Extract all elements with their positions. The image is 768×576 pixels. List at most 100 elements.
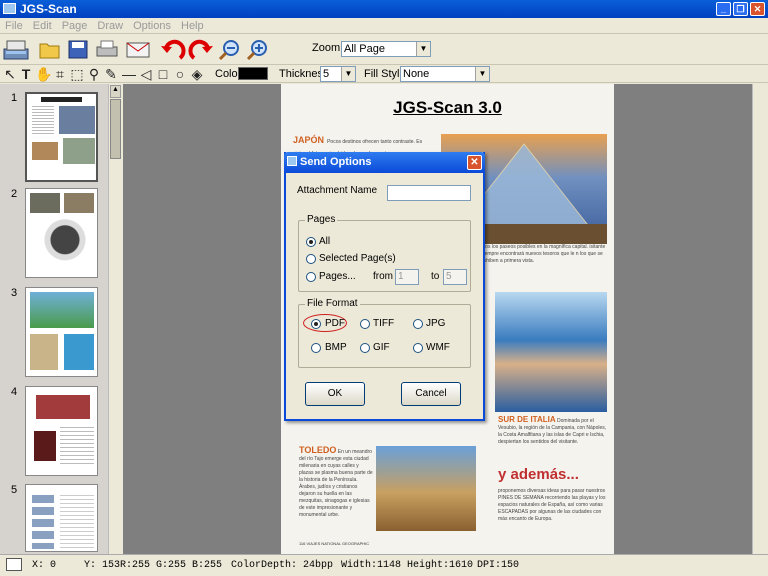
chevron-down-icon: ▼ [341,67,355,81]
italy-coast-photo [495,292,607,412]
thumbnail-page-4[interactable] [25,386,98,476]
thumb-number: 5 [11,484,18,496]
to-label: to [431,271,440,282]
radio-format-gif[interactable] [360,343,370,353]
zoom-in-icon[interactable] [246,38,270,62]
ellipse-icon[interactable]: ○ [172,66,188,82]
save-icon[interactable] [66,38,90,60]
magnifier-icon[interactable]: ⚲ [86,66,102,82]
section-italy: SUR DE ITALIA Dominada por el Vesubio, l… [498,415,607,446]
scan-icon[interactable] [2,37,30,63]
dialog-title-bar: Send Options ✕ [284,152,485,173]
radio-all[interactable] [306,237,316,247]
radio-selected-label: Selected Page(s) [319,253,396,264]
status-bar: X: 0 Y: 153 R:255 G:255 B:255 ColorDepth… [0,554,768,576]
section-toledo: TOLEDO En un meandro del río Tajo emerge… [299,445,373,519]
radio-format-jpg[interactable] [413,319,423,329]
scroll-up-icon[interactable]: ▲ [110,85,121,98]
radio-format-pdf[interactable] [311,319,321,329]
minimize-button[interactable]: _ [716,2,731,16]
menu-help[interactable]: Help [176,18,209,32]
chevron-down-icon: ▼ [475,67,489,81]
hand-icon[interactable]: ✋ [35,66,52,82]
polyline-icon[interactable]: ◁ [138,66,154,82]
fill-style-select[interactable]: None ▼ [400,66,490,82]
thickness-value: 5 [323,68,330,80]
zoom-label: Zoom: [312,42,344,54]
format-tiff-label: TIFF [373,318,395,329]
fill-style-value: None [403,68,430,80]
format-gif-label: GIF [373,342,390,353]
radio-format-wmf[interactable] [413,343,423,353]
main-toolbar: Zoom: All Page ▼ [0,35,768,65]
status-y: Y: 153 [84,560,121,571]
file-format-group-label: File Format [305,298,360,309]
rotate-right-icon[interactable] [188,38,214,62]
menu-file[interactable]: File [0,18,28,32]
attachment-name-label: Attachment Name [297,185,378,196]
pages-group: Pages All Selected Page(s) Pages... from… [298,214,471,292]
draw-toolbar: ↖ T ✋ ⌗ ⬚ ⚲ ✎ — ◁ □ ○ ◈ Color Thickness … [0,65,768,83]
radio-selected-pages[interactable] [306,254,316,264]
send-options-dialog: Send Options ✕ Attachment Name Pages All… [284,152,485,421]
radio-format-tiff[interactable] [360,319,370,329]
zoom-select[interactable]: All Page ▼ [341,41,431,57]
radio-all-label: All [319,236,331,247]
color-swatch[interactable] [238,67,268,80]
menu-edit[interactable]: Edit [28,18,57,32]
scanner-app-icon [3,3,16,14]
maximize-button[interactable]: ❐ [733,2,748,16]
color-preview [6,558,22,571]
thumbnail-page-1[interactable] [25,92,98,182]
thumbnail-scrollbar[interactable]: ▲ [108,84,122,554]
rectangle-icon[interactable]: □ [155,66,171,82]
status-size: Width:1148 Height:1610 [341,560,474,571]
rotate-left-icon[interactable] [160,38,186,62]
thumbnail-page-5[interactable] [25,484,98,552]
crop-icon[interactable]: ⌗ [52,66,68,82]
chevron-down-icon: ▼ [416,42,430,56]
dialog-close-button[interactable]: ✕ [467,155,482,170]
text-icon[interactable]: T [18,66,34,82]
radio-page-range[interactable] [306,272,316,282]
document-title: JGS-Scan 3.0 [393,98,502,117]
menu-options[interactable]: Options [128,18,176,32]
file-format-group: File Format PDF TIFF JPG BMP GIF WMF [298,298,471,368]
send-icon[interactable] [124,38,152,60]
document-scrollbar[interactable] [752,84,768,554]
scroll-thumb[interactable] [110,99,121,159]
status-depth: ColorDepth: 24bpp [231,560,334,571]
close-button[interactable]: ✕ [750,2,765,16]
status-dpi: DPI:150 [477,560,520,571]
thumbnail-panel: 1 2 3 4 5 [0,84,122,554]
select-area-icon[interactable]: ⬚ [69,66,85,82]
thickness-select[interactable]: 5 ▼ [320,66,356,82]
print-icon[interactable] [94,38,120,60]
pencil-icon[interactable]: ✎ [103,66,119,82]
from-label: from [373,271,393,282]
fill-bucket-icon[interactable]: ◈ [189,66,205,82]
from-input[interactable]: 1 [395,269,419,285]
zoom-value: All Page [344,43,385,55]
radio-format-bmp[interactable] [311,343,321,353]
ok-button[interactable]: OK [305,382,365,406]
pointer-icon[interactable]: ↖ [2,66,18,82]
attachment-name-input[interactable] [387,185,471,201]
to-input[interactable]: 5 [443,269,467,285]
thumbnail-page-2[interactable] [25,188,98,278]
toledo-photo [376,446,476,531]
dialog-title: Send Options [300,156,372,168]
dialog-app-icon [287,156,297,166]
open-folder-icon[interactable] [38,38,62,60]
line-icon[interactable]: — [121,66,137,82]
menu-draw[interactable]: Draw [92,18,128,32]
format-bmp-label: BMP [325,342,347,353]
thumbnail-page-3[interactable] [25,287,98,377]
zoom-out-icon[interactable] [218,38,242,62]
menu-page[interactable]: Page [57,18,93,32]
cancel-button[interactable]: Cancel [401,382,461,406]
side-text: ntos los paseos posibles en la magnífica… [481,244,606,264]
radio-pages-label: Pages... [319,271,356,282]
pages-group-label: Pages [305,214,338,225]
thumb-number: 4 [11,386,18,398]
